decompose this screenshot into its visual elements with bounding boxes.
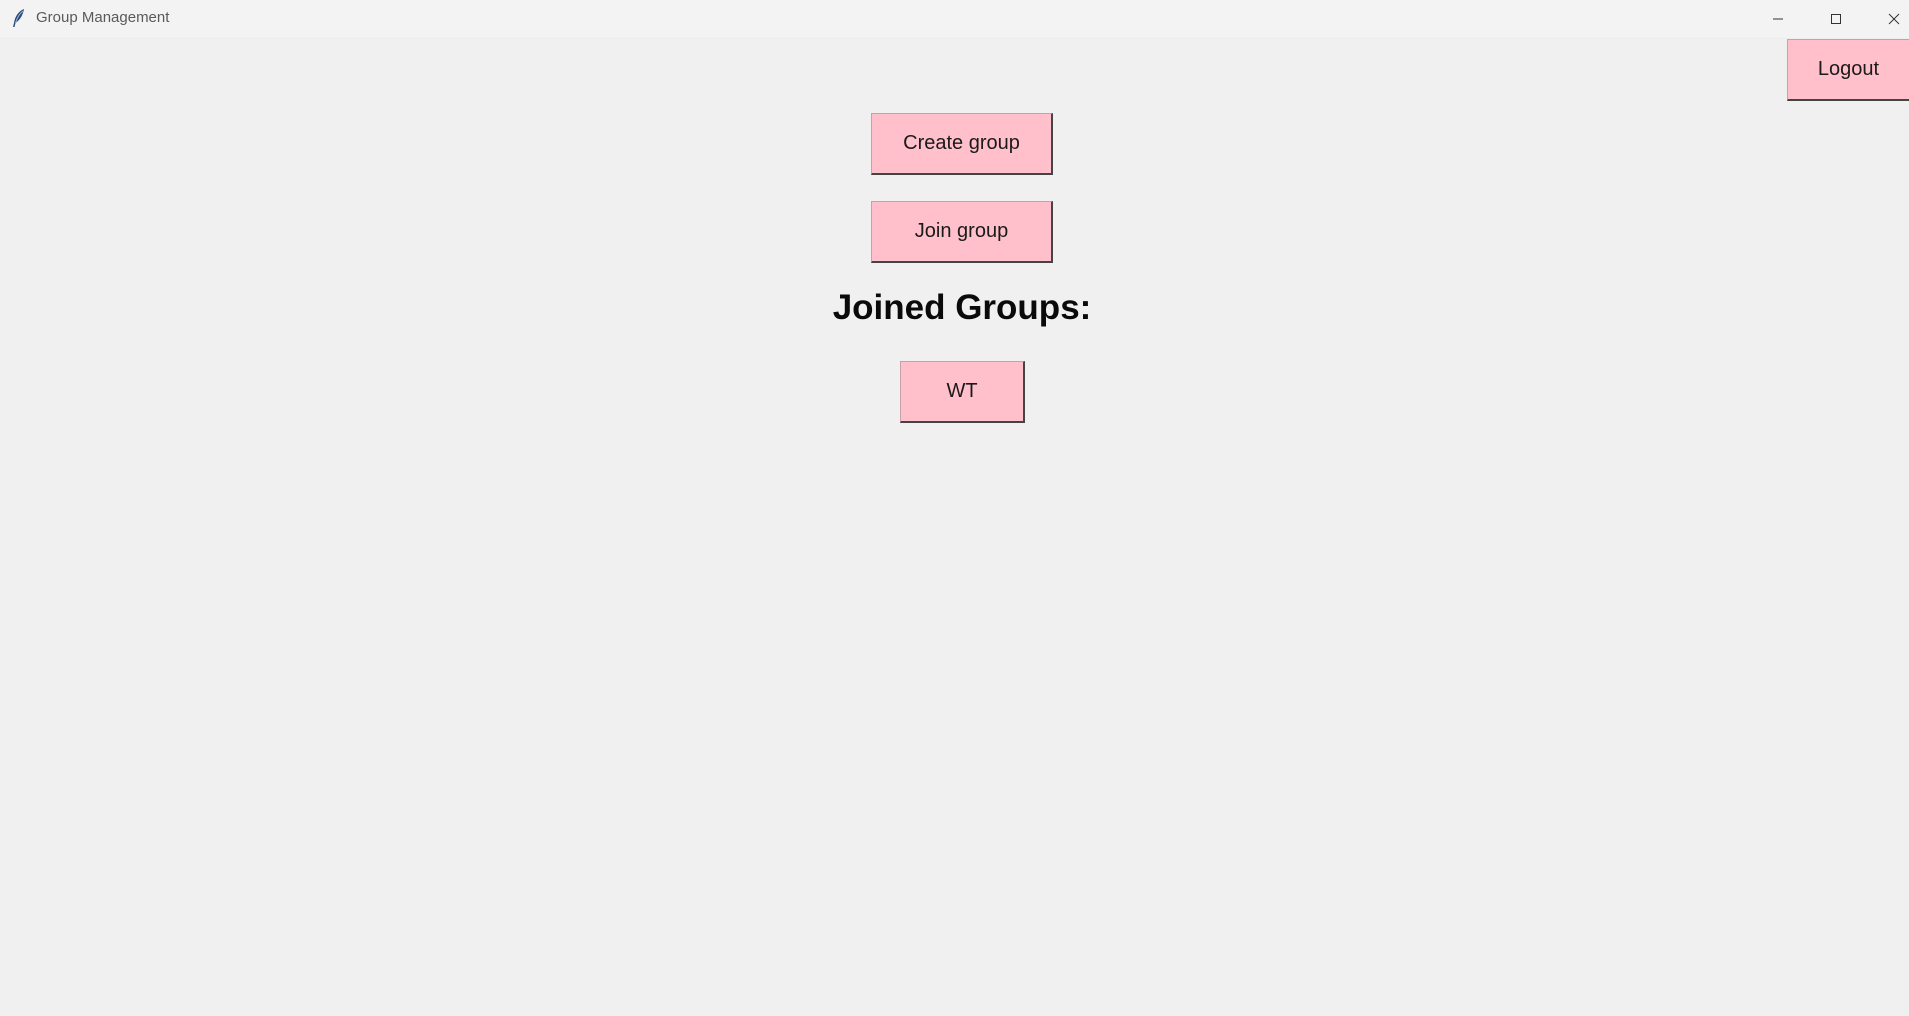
maximize-button[interactable] xyxy=(1807,0,1865,38)
logout-button[interactable]: Logout xyxy=(1787,39,1909,101)
window-title: Group Management xyxy=(36,9,170,26)
join-group-button[interactable]: Join group xyxy=(871,201,1053,263)
joined-groups-heading: Joined Groups: xyxy=(832,288,1092,327)
minimize-icon xyxy=(1772,13,1784,25)
create-group-button[interactable]: Create group xyxy=(871,113,1053,175)
title-bar[interactable]: Group Management xyxy=(0,0,1909,39)
minimize-button[interactable] xyxy=(1749,0,1807,38)
close-button[interactable] xyxy=(1865,0,1909,38)
app-window: Group Management Logout Create group Joi… xyxy=(0,0,1909,1016)
feather-icon xyxy=(11,8,27,28)
maximize-icon xyxy=(1830,13,1842,25)
close-icon xyxy=(1888,13,1900,25)
group-button-wt[interactable]: WT xyxy=(900,361,1025,423)
